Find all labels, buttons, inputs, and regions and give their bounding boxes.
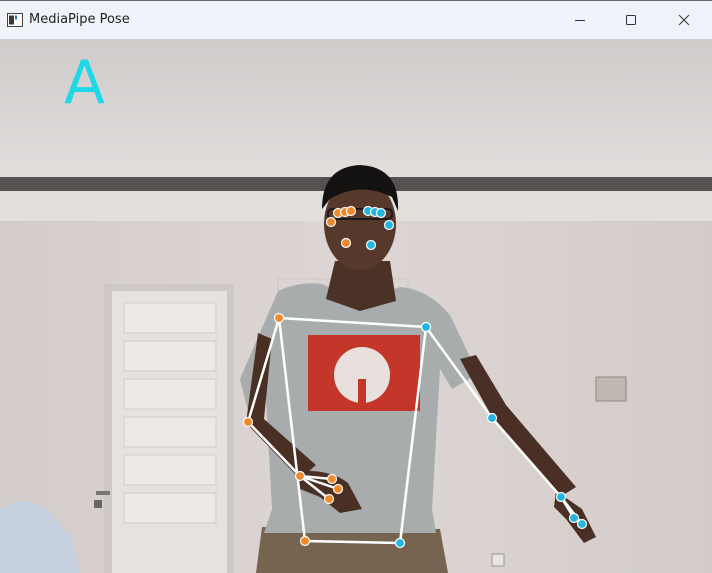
landmark-mouth-right	[365, 239, 377, 251]
title-bar[interactable]: MediaPipe Pose	[0, 1, 712, 39]
door	[94, 284, 234, 573]
wall-outlet	[491, 553, 505, 567]
app-window: MediaPipe Pose A	[0, 0, 712, 573]
shirt-logo-trunk	[358, 379, 366, 405]
person-pants	[256, 527, 448, 573]
landmark-left-pinky	[323, 493, 335, 505]
landmark-right-index	[568, 512, 580, 524]
window-title: MediaPipe Pose	[29, 12, 130, 27]
landmark-left-wrist	[294, 470, 306, 482]
landmark-right-eye-outer	[375, 207, 387, 219]
camera-frame	[0, 39, 712, 573]
wall-switch	[595, 376, 627, 402]
landmark-left-shoulder	[273, 312, 285, 324]
landmark-right-pinky	[576, 518, 588, 530]
minimize-button[interactable]	[557, 1, 603, 39]
maximize-icon	[626, 15, 636, 25]
minimize-icon	[575, 20, 585, 21]
close-icon	[678, 14, 690, 26]
landmark-right-hip	[394, 537, 406, 549]
close-button[interactable]	[661, 1, 707, 39]
landmark-right-shoulder	[420, 321, 432, 333]
camera-feed: A	[0, 39, 712, 573]
gesture-label: A	[64, 48, 106, 118]
app-window-icon	[7, 13, 23, 27]
landmark-left-index	[326, 473, 338, 485]
ceiling	[0, 39, 712, 179]
landmark-left-eye-outer	[325, 216, 337, 228]
maximize-button[interactable]	[608, 1, 654, 39]
landmark-left-eye-b	[345, 205, 357, 217]
landmark-left-thumb	[332, 483, 344, 495]
landmark-mouth-left	[340, 237, 352, 249]
landmark-left-elbow	[242, 416, 254, 428]
landmark-right-wrist	[555, 491, 567, 503]
landmark-left-hip	[299, 535, 311, 547]
landmark-right-elbow	[486, 412, 498, 424]
landmark-right-ear	[383, 219, 395, 231]
